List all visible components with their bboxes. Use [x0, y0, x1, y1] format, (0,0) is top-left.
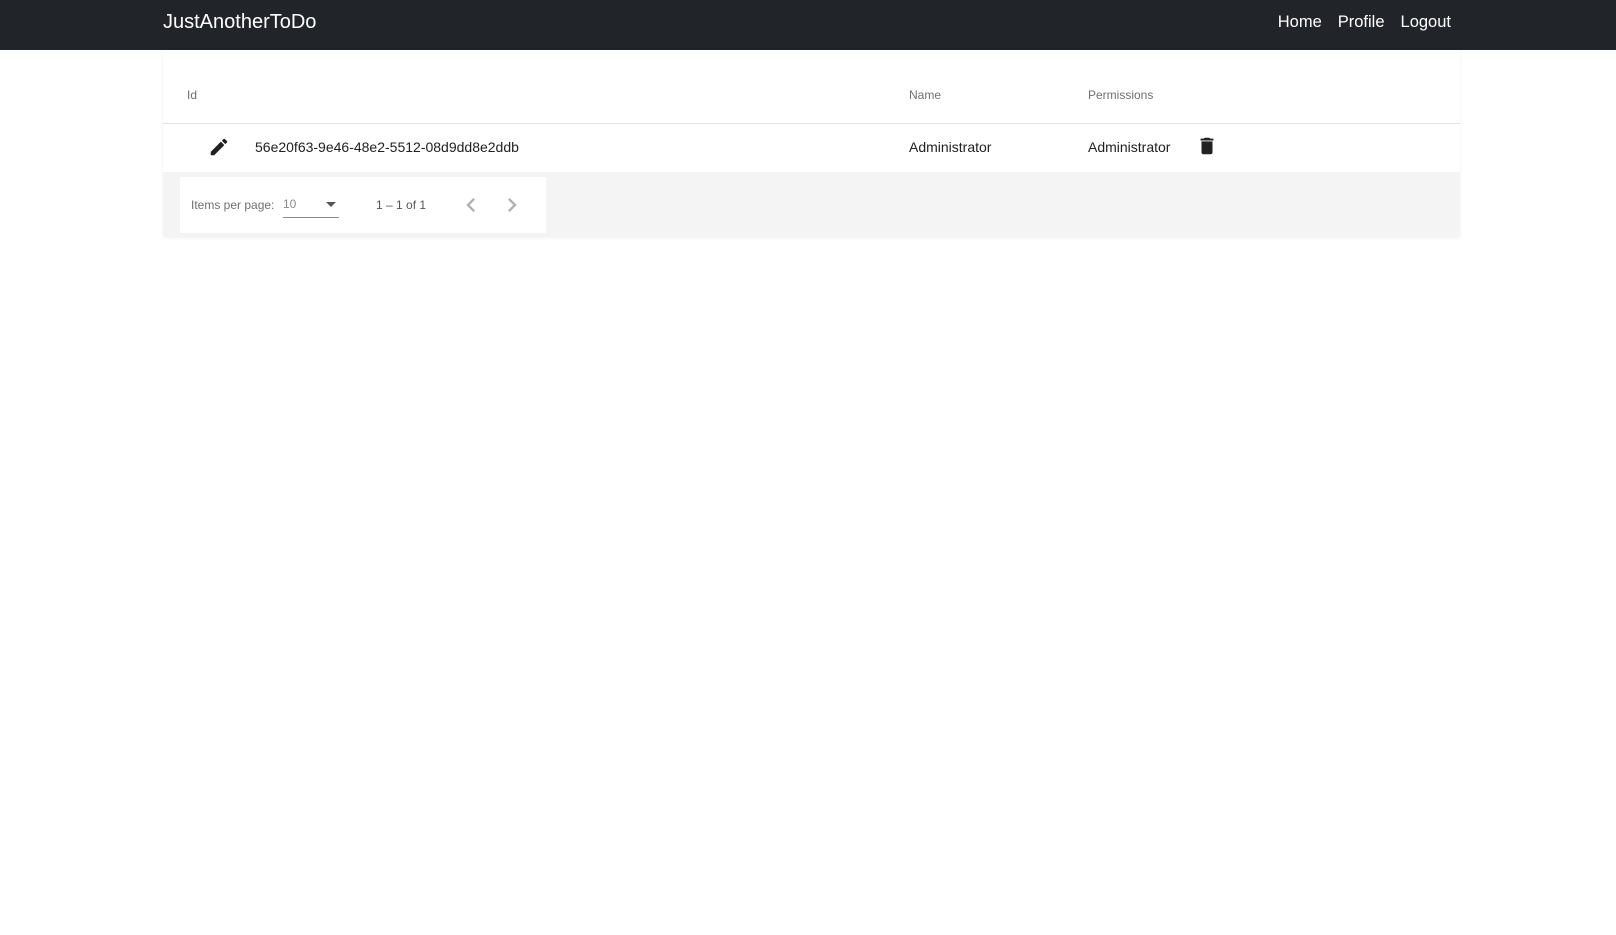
- edit-button[interactable]: [208, 136, 230, 163]
- items-per-page-value: 10: [283, 197, 297, 211]
- nav-links: Home Profile Logout: [1278, 11, 1451, 33]
- users-table: Id Name Permissions 56e20f63-9e46-48e2-5…: [163, 50, 1460, 236]
- range-label: 1 – 1 of 1: [376, 198, 427, 212]
- delete-button[interactable]: [1196, 135, 1218, 162]
- table-row: 56e20f63-9e46-48e2-5512-08d9dd8e2ddb Adm…: [163, 124, 1460, 171]
- nav-profile-link[interactable]: Profile: [1338, 11, 1385, 33]
- items-per-page-select[interactable]: 10: [283, 193, 339, 218]
- column-header-id[interactable]: Id: [187, 88, 197, 102]
- column-header-permissions[interactable]: Permissions: [1088, 88, 1153, 102]
- previous-page-button[interactable]: [457, 191, 485, 219]
- brand-link[interactable]: JustAnotherToDo: [163, 10, 316, 34]
- nav-home-link[interactable]: Home: [1278, 11, 1322, 33]
- items-per-page-label: Items per page:: [191, 198, 275, 212]
- pencil-icon: [210, 138, 228, 156]
- top-navbar: JustAnotherToDo Home Profile Logout: [0, 0, 1616, 50]
- row-id: 56e20f63-9e46-48e2-5512-08d9dd8e2ddb: [255, 139, 519, 155]
- trash-icon: [1200, 137, 1214, 155]
- dropdown-arrow-icon: [326, 202, 336, 207]
- next-page-button[interactable]: [498, 191, 526, 219]
- table-header-row: Id Name Permissions: [163, 50, 1460, 124]
- chevron-left-icon: [466, 198, 475, 212]
- paginator-container: Items per page: 10 1 – 1 of 1: [163, 172, 1460, 236]
- paginator: Items per page: 10 1 – 1 of 1: [180, 177, 546, 233]
- chevron-right-icon: [508, 198, 517, 212]
- row-name: Administrator: [909, 139, 992, 155]
- column-header-name[interactable]: Name: [909, 88, 941, 102]
- nav-logout-link[interactable]: Logout: [1401, 11, 1451, 33]
- row-permissions: Administrator: [1088, 139, 1171, 155]
